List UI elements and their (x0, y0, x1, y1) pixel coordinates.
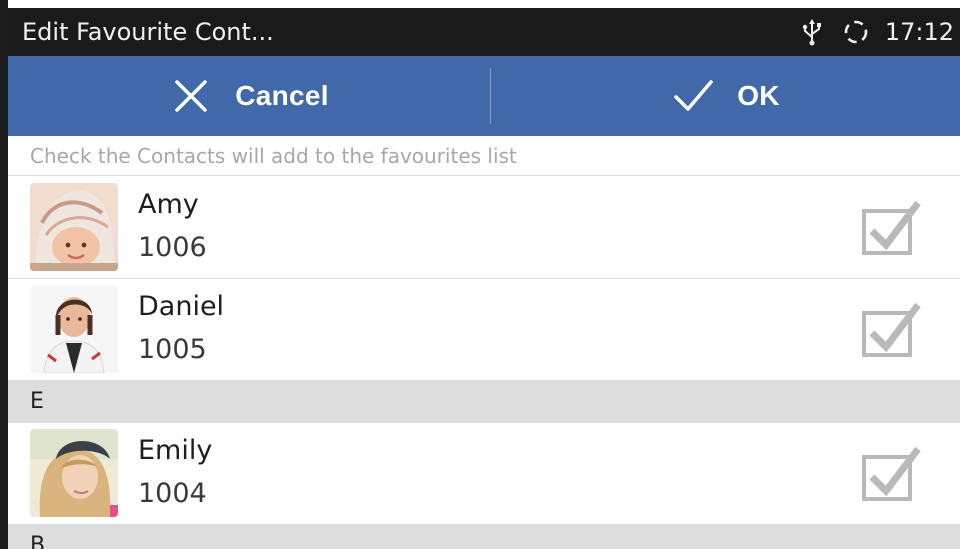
contact-row-emily[interactable]: Emily 1004 (8, 423, 960, 525)
screen: Edit Favourite Cont... 17:12 Cancel OK C… (0, 0, 960, 549)
contact-row-daniel[interactable]: Daniel 1005 (8, 279, 960, 381)
close-icon (175, 80, 207, 112)
window-title: Edit Favourite Cont... (22, 18, 274, 46)
status-icons: 17:12 (797, 16, 954, 48)
usb-icon (802, 19, 821, 46)
ok-button[interactable]: OK (491, 56, 960, 136)
ok-label: OK (737, 80, 780, 111)
favourite-checkbox[interactable] (860, 445, 922, 503)
section-header-b: B (8, 525, 960, 549)
favourite-checkbox[interactable] (860, 199, 922, 257)
contact-number: 1004 (138, 478, 207, 509)
contact-number: 1005 (138, 334, 207, 365)
contact-avatar (30, 429, 118, 517)
contact-avatar (30, 285, 118, 373)
action-bar: Cancel OK (8, 56, 960, 136)
contact-number: 1006 (138, 232, 207, 263)
contact-row-amy[interactable]: Amy 1006 (8, 177, 960, 279)
section-letter: E (30, 389, 44, 414)
clock: 17:12 (884, 18, 954, 46)
instruction-bar: Check the Contacts will add to the favou… (8, 136, 960, 176)
contact-name: Emily (138, 435, 213, 466)
instruction-text: Check the Contacts will add to the favou… (30, 144, 517, 168)
check-icon (674, 80, 713, 111)
section-letter: B (30, 533, 46, 549)
contact-name: Amy (138, 189, 199, 220)
sync-icon (844, 20, 868, 44)
section-header-e: E (8, 381, 960, 423)
cancel-label: Cancel (235, 80, 329, 111)
contact-name: Daniel (138, 291, 225, 322)
cancel-button[interactable]: Cancel (8, 56, 490, 136)
favourite-checkbox[interactable] (860, 301, 922, 359)
screen-edge (0, 0, 8, 549)
status-bar: Edit Favourite Cont... 17:12 (8, 8, 960, 56)
contact-avatar (30, 183, 118, 271)
contact-list: Amy 1006 Daniel 1005 E Emily 1004 B (8, 177, 960, 549)
